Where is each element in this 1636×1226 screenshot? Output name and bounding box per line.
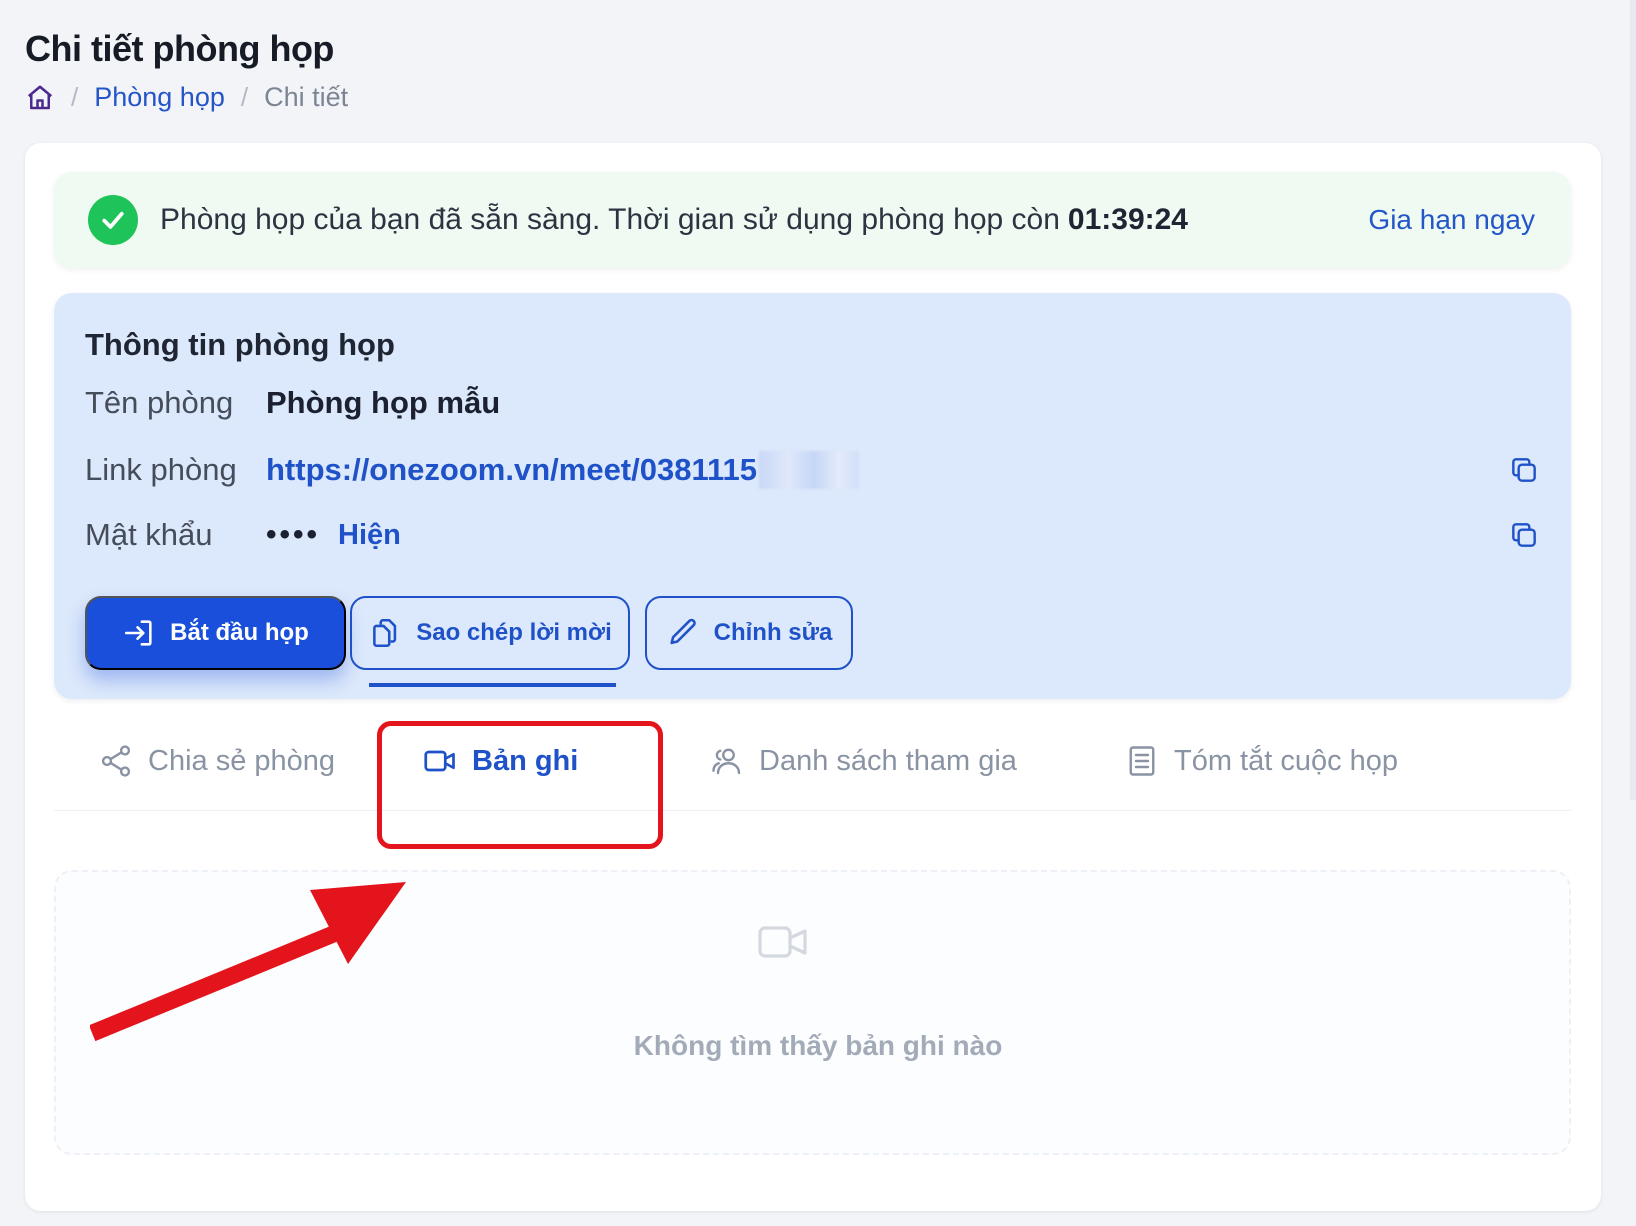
tab-share-room-label: Chia sẻ phòng <box>148 744 336 777</box>
copy-link-icon[interactable] <box>1508 454 1540 486</box>
show-password-link[interactable]: Hiện <box>338 519 401 552</box>
users-icon <box>709 743 745 779</box>
password-label: Mật khẩu <box>85 517 213 552</box>
copy-invite-button[interactable]: Sao chép lời mời <box>350 596 630 670</box>
breadcrumb-link-meeting-rooms[interactable]: Phòng họp <box>94 82 225 113</box>
room-link-value[interactable]: https://onezoom.vn/meet/0381115 <box>266 452 757 488</box>
room-name-row: Tên phòng Phòng họp mẫu <box>85 385 1540 421</box>
document-icon <box>1124 743 1160 779</box>
pencil-icon <box>666 616 700 650</box>
copy-invite-label: Sao chép lời mời <box>416 619 612 646</box>
password-mask: •••• <box>266 518 321 551</box>
room-info-heading: Thông tin phòng họp <box>85 327 395 362</box>
tab-bar: Chia sẻ phòng Bản ghi Danh sách tham gia <box>54 711 1571 811</box>
active-tab-indicator <box>369 683 616 687</box>
room-link-label: Link phòng <box>85 452 237 487</box>
start-meeting-label: Bắt đầu họp <box>170 619 309 646</box>
home-icon[interactable] <box>25 83 55 113</box>
copy-password-icon[interactable] <box>1508 519 1540 551</box>
breadcrumb-separator: / <box>240 82 249 112</box>
breadcrumb-current: Chi tiết <box>264 82 349 112</box>
ready-alert: Phòng họp của bạn đã sẵn sàng. Thời gian… <box>54 172 1571 268</box>
extend-now-link[interactable]: Gia hạn ngay <box>1368 204 1535 236</box>
room-name-label: Tên phòng <box>85 385 234 420</box>
tab-participants[interactable]: Danh sách tham gia <box>709 711 1017 811</box>
alert-message: Phòng họp của bạn đã sẵn sàng. Thời gian… <box>160 203 1060 236</box>
copy-document-icon <box>368 616 402 650</box>
share-icon <box>98 743 134 779</box>
tab-share-room[interactable]: Chia sẻ phòng <box>98 711 335 811</box>
room-info-panel: Thông tin phòng họp Tên phòng Phòng họp … <box>54 293 1571 699</box>
edit-button[interactable]: Chỉnh sửa <box>645 596 853 670</box>
tab-meeting-summary[interactable]: Tóm tắt cuộc họp <box>1124 711 1398 811</box>
start-meeting-button[interactable]: Bắt đầu họp <box>85 596 346 670</box>
breadcrumb-separator: / <box>71 82 79 112</box>
time-remaining: 01:39:24 <box>1067 203 1188 236</box>
password-row: Mật khẩu •••• Hiện <box>85 517 1540 553</box>
room-name-value: Phòng họp mẫu <box>266 385 501 420</box>
tab-participants-label: Danh sách tham gia <box>759 744 1017 777</box>
annotation-highlight-box <box>377 721 663 849</box>
check-circle-icon <box>88 195 138 245</box>
page-title: Chi tiết phòng họp <box>25 28 334 69</box>
tab-meeting-summary-label: Tóm tắt cuộc họp <box>1174 744 1399 777</box>
redacted-patch <box>759 451 860 489</box>
scroll-edge[interactable] <box>1630 0 1636 800</box>
breadcrumb: / Phòng họp / Chi tiết <box>25 82 348 113</box>
sign-in-icon <box>122 616 156 650</box>
room-link-row: Link phòng https://onezoom.vn/meet/03811… <box>85 451 1540 489</box>
edit-label: Chỉnh sửa <box>713 619 833 646</box>
video-icon <box>757 922 809 962</box>
annotation-arrow <box>90 882 406 1042</box>
